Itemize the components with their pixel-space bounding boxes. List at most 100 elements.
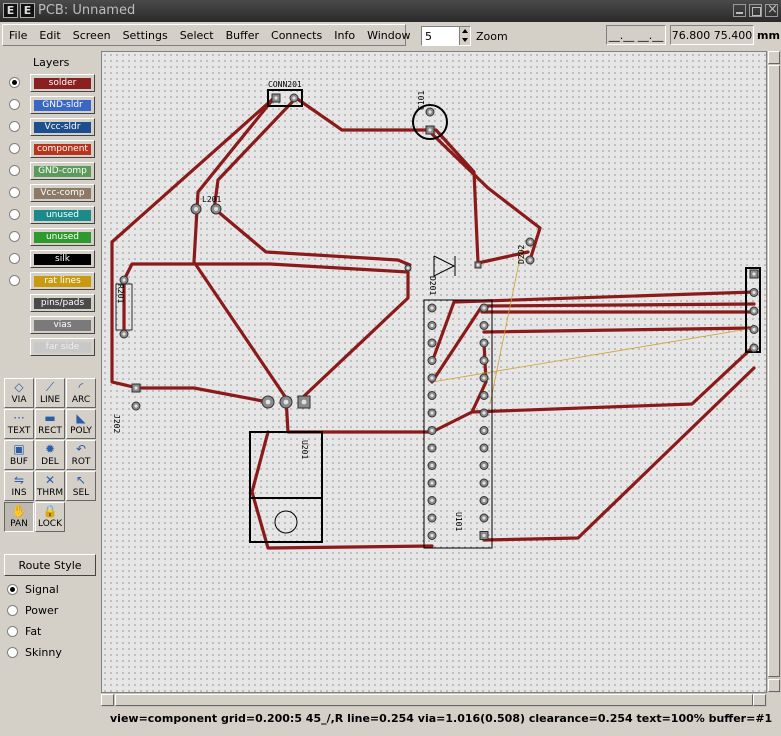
vertical-scroll-thumb[interactable] (768, 65, 780, 677)
tool-lock-button[interactable]: 🔒 LOCK (35, 502, 65, 532)
close-icon[interactable] (765, 2, 778, 17)
layer-toggle-button[interactable]: far side (30, 338, 95, 356)
layer-toggle-button[interactable]: Vcc-sldr (30, 118, 95, 136)
layer-radio[interactable] (9, 143, 20, 154)
pad-hole (482, 481, 486, 485)
tool-text-button[interactable]: ··· TEXT (4, 409, 34, 439)
tool-poly-button[interactable]: ◣ POLY (66, 409, 96, 439)
pad-hole (430, 411, 434, 415)
layer-toggle-button[interactable]: GND-comp (30, 162, 95, 180)
layer-row[interactable]: far side (0, 336, 100, 358)
scroll-up-icon[interactable] (768, 51, 780, 64)
layer-row[interactable]: GND-sldr (0, 94, 100, 116)
layer-toggle-button[interactable]: rat lines (30, 272, 95, 290)
trace (122, 262, 410, 400)
tool-line-button[interactable]: ⟋ LINE (35, 378, 65, 408)
menu-window[interactable]: Window (361, 25, 416, 45)
route-style-fat[interactable]: Fat (0, 622, 100, 642)
layer-radio[interactable] (9, 99, 20, 110)
status-bar: view=component grid=0.200:5 45_/,R line=… (0, 708, 781, 736)
layer-radio[interactable] (9, 165, 20, 176)
layer-radio[interactable] (9, 253, 20, 264)
layer-radio[interactable] (9, 121, 20, 132)
zoom-stepper[interactable] (459, 27, 470, 45)
tool-via-button[interactable]: ◇ VIA (4, 378, 34, 408)
layer-toggle-button[interactable]: unused (30, 228, 95, 246)
spin-up-icon[interactable] (462, 29, 468, 33)
pcb-canvas[interactable]: CONN201 L201 C101 D201 R201 D202 U201 U1… (101, 51, 767, 693)
tool-pan-button[interactable]: ✋ PAN (4, 502, 34, 532)
tool-rot-button[interactable]: ↶ ROT (66, 440, 96, 470)
units-toggle[interactable]: mm (757, 29, 780, 42)
route-style-radio[interactable] (7, 584, 18, 595)
layer-radio[interactable] (9, 231, 20, 242)
route-style-radio[interactable] (7, 605, 18, 616)
layer-row[interactable]: pins/pads (0, 292, 100, 314)
layer-row[interactable]: Vcc-sldr (0, 116, 100, 138)
tool-label: ARC (71, 395, 91, 405)
horizontal-scroll-thumb[interactable] (115, 694, 753, 706)
tool-buf-button[interactable]: ▣ BUF (4, 440, 34, 470)
menu-file[interactable]: File (3, 25, 33, 45)
horizontal-scrollbar[interactable] (101, 693, 767, 707)
layer-radio[interactable] (9, 187, 20, 198)
layer-toggle-button[interactable]: unused (30, 206, 95, 224)
layer-radio[interactable] (9, 275, 20, 286)
tool-arc-button[interactable]: ◜ ARC (66, 378, 96, 408)
layer-radio[interactable] (9, 77, 20, 88)
layer-row[interactable]: unused (0, 204, 100, 226)
window-shade-icon[interactable]: E (20, 3, 35, 18)
tool-del-button[interactable]: ✹ DEL (35, 440, 65, 470)
layer-row[interactable]: solder (0, 72, 100, 94)
layer-toggle-button[interactable]: silk (30, 250, 95, 268)
tool-ins-button[interactable]: ⇋ INS (4, 471, 34, 501)
layer-toggle-button[interactable]: solder (30, 74, 95, 92)
zoom-value[interactable]: 5 (425, 30, 432, 43)
layer-row[interactable]: vias (0, 314, 100, 336)
route-style-power[interactable]: Power (0, 601, 100, 621)
pad-hole (482, 446, 486, 450)
route-style-skinny[interactable]: Skinny (0, 643, 100, 663)
spin-down-icon[interactable] (462, 38, 468, 42)
pad-hole (430, 376, 434, 380)
menu-select[interactable]: Select (174, 25, 220, 45)
layer-row[interactable]: GND-comp (0, 160, 100, 182)
tool-sel-button[interactable]: ↖ SEL (66, 471, 96, 501)
menu-edit[interactable]: Edit (33, 25, 66, 45)
layer-row[interactable]: component (0, 138, 100, 160)
coordinate-readout: 76.800 75.400 (670, 25, 754, 45)
route-style-radio[interactable] (7, 626, 18, 637)
menu-connects[interactable]: Connects (265, 25, 328, 45)
zoom-label: Zoom (476, 30, 508, 43)
minimize-icon[interactable] (733, 4, 746, 17)
menu-settings[interactable]: Settings (117, 25, 174, 45)
vertical-scrollbar[interactable] (767, 51, 781, 693)
menu-screen[interactable]: Screen (67, 25, 117, 45)
layer-label: GND-sldr (34, 100, 91, 111)
layer-toggle-button[interactable]: component (30, 140, 95, 158)
menu-buffer[interactable]: Buffer (220, 25, 265, 45)
window-menu-icon[interactable]: E (3, 3, 18, 18)
component-labels: CONN201 L201 C101 D201 R201 D202 U201 U1… (112, 80, 526, 531)
route-style-button[interactable]: Route Style (4, 554, 96, 576)
tool-thrm-button[interactable]: ✕ THRM (35, 471, 65, 501)
route-style-signal[interactable]: Signal (0, 580, 100, 600)
layer-radio[interactable] (9, 209, 20, 220)
zoom-spinbox[interactable]: 5 (421, 26, 471, 46)
scroll-down-icon[interactable] (768, 679, 780, 692)
route-style-radio[interactable] (7, 647, 18, 658)
tool-rect-button[interactable]: ▬ RECT (35, 409, 65, 439)
menu-info[interactable]: Info (328, 25, 361, 45)
layer-row[interactable]: silk (0, 248, 100, 270)
layer-toggle-button[interactable]: Vcc-comp (30, 184, 95, 202)
layer-toggle-button[interactable]: pins/pads (30, 294, 95, 312)
scroll-right-icon[interactable] (753, 694, 766, 706)
layer-toggle-button[interactable]: GND-sldr (30, 96, 95, 114)
layer-row[interactable]: Vcc-comp (0, 182, 100, 204)
maximize-icon[interactable] (749, 4, 762, 17)
scroll-left-icon[interactable] (101, 694, 114, 706)
layer-row[interactable]: rat lines (0, 270, 100, 292)
layer-row[interactable]: unused (0, 226, 100, 248)
pcb-drawing[interactable]: CONN201 L201 C101 D201 R201 D202 U201 U1… (102, 52, 767, 693)
layer-toggle-button[interactable]: vias (30, 316, 95, 334)
